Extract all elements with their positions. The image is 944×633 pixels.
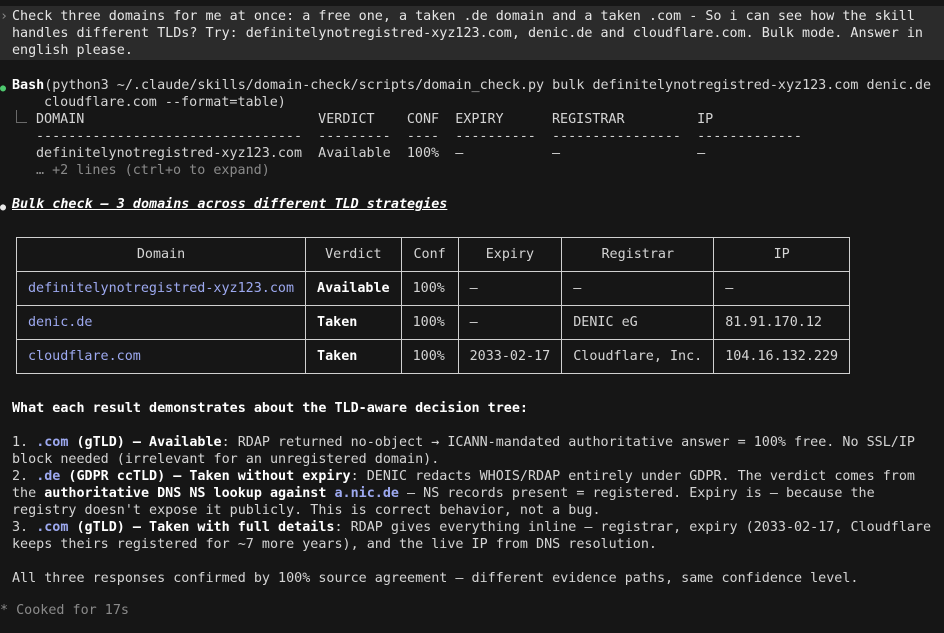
verdict-cell: Taken <box>305 305 402 340</box>
verdict-cell: Taken <box>305 339 402 374</box>
nic-link[interactable]: a.nic.de <box>334 486 399 501</box>
expiry-cell: — <box>457 271 563 306</box>
item-number: 3. <box>12 520 37 535</box>
table-row: cloudflare.com Taken 100% 2033-02-17 Clo… <box>15 339 851 374</box>
bash-command-line2: cloudflare.com --format=table) <box>44 95 286 110</box>
output-data-row: definitelynotregistred-xyz123.com Availa… <box>36 146 706 161</box>
tld-label: .com <box>36 435 69 450</box>
table-row: definitelynotregistred-xyz123.com Availa… <box>15 271 851 306</box>
table-header-row: Domain Verdict Conf Expiry Registrar IP <box>15 237 851 272</box>
verdict-cell: Available <box>305 271 402 306</box>
col-header-conf: Conf <box>400 237 459 272</box>
output-bracket-icon <box>16 110 27 123</box>
col-header-domain: Domain <box>15 237 307 272</box>
col-header-registrar: Registrar <box>561 237 715 272</box>
prompt-text: Check three domains for me at once: a fr… <box>12 9 932 58</box>
item-number: 2. <box>12 469 37 484</box>
cooked-status: * Cooked for 17s <box>0 602 129 619</box>
domain-link[interactable]: denic.de <box>15 305 307 340</box>
explanation-item-3: 3. .com (gTLD) — Taken with full details… <box>12 519 942 553</box>
expand-hint[interactable]: … +2 lines (ctrl+o to expand) <box>36 162 270 179</box>
conf-cell: 100% <box>400 339 459 374</box>
explanation-heading: What each result demonstrates about the … <box>12 401 528 416</box>
col-header-ip: IP <box>713 237 851 272</box>
conf-cell: 100% <box>400 305 459 340</box>
registrar-cell: — <box>561 271 715 306</box>
bash-command: Bash(python3 ~/.claude/skills/domain-che… <box>12 77 931 94</box>
output-separator-row: --------------------------------- ------… <box>36 129 802 144</box>
domain-link[interactable]: cloudflare.com <box>15 339 307 374</box>
user-prompt: › Check three domains for me at once: a … <box>0 6 944 60</box>
item-number: 1. <box>12 435 37 450</box>
message-dot-icon: ● <box>0 202 7 213</box>
ip-cell: 104.16.132.229 <box>713 339 851 374</box>
registrar-cell: Cloudflare, Inc. <box>561 339 715 374</box>
item-bold-text: authoritative DNS NS lookup against <box>44 486 335 501</box>
ip-cell: — <box>713 271 851 306</box>
prompt-chevron-icon: › <box>0 9 9 24</box>
output-header-row: DOMAIN VERDICT CONF EXPIRY REGISTRAR IP <box>36 112 714 127</box>
summary-heading: Bulk check — 3 domains across different … <box>12 197 448 212</box>
tool-name: Bash <box>12 78 45 93</box>
asterisk-icon: * <box>0 603 9 618</box>
conclusion-text: All three responses confirmed by 100% so… <box>12 571 859 586</box>
table-row: denic.de Taken 100% — DENIC eG 81.91.170… <box>15 305 851 340</box>
results-table: Domain Verdict Conf Expiry Registrar IP … <box>15 237 851 374</box>
explanation-item-2: 2. .de (GDPR ccTLD) — Taken without expi… <box>12 468 942 519</box>
col-header-expiry: Expiry <box>457 237 563 272</box>
domain-link[interactable]: definitelynotregistred-xyz123.com <box>15 271 307 306</box>
item-label: (gTLD) — Available <box>68 435 222 450</box>
cooked-text: Cooked for 17s <box>16 603 129 618</box>
expiry-cell: 2033-02-17 <box>457 339 563 374</box>
bash-command-line1: (python3 ~/.claude/skills/domain-check/s… <box>44 78 932 93</box>
ip-cell: 81.91.170.12 <box>713 305 851 340</box>
col-header-verdict: Verdict <box>305 237 402 272</box>
registrar-cell: DENIC eG <box>561 305 715 340</box>
expiry-cell: — <box>457 305 563 340</box>
conf-cell: 100% <box>400 271 459 306</box>
item-label: (gTLD) — Taken with full details <box>68 520 335 535</box>
item-label: (GDPR ccTLD) — Taken without expiry <box>60 469 351 484</box>
tld-label: .de <box>36 469 61 484</box>
explanation-item-1: 1. .com (gTLD) — Available: RDAP returne… <box>12 434 942 468</box>
success-dot-icon: ● <box>0 83 7 94</box>
tld-label: .com <box>36 520 69 535</box>
